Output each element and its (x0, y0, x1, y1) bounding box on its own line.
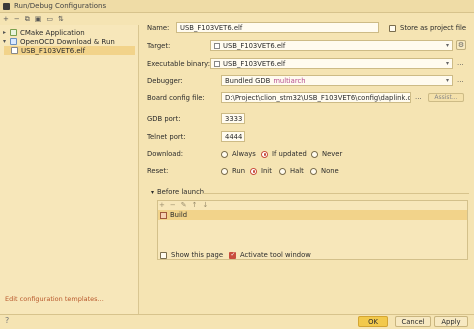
debugger-select[interactable]: Bundled GDB multiarch ▾ (221, 75, 453, 86)
executable-label: Executable binary: (147, 60, 210, 68)
tree-item-openocd-download-run[interactable]: ▾ OpenOCD Download & Run (3, 37, 115, 46)
config-icon (214, 42, 220, 49)
board-config-field[interactable]: D:\Project\clion_stm32\USB_F103VET6\conf… (221, 92, 411, 103)
folder-icon[interactable]: ▭ (46, 15, 53, 23)
gdb-port-label: GDB port: (147, 115, 181, 123)
chevron-down-icon[interactable]: ▾ (3, 38, 10, 45)
browse-board-config-button[interactable]: ... (415, 93, 422, 101)
gear-icon[interactable]: ⚙ (456, 40, 466, 50)
download-radio-if-updated[interactable]: If updated (261, 150, 307, 158)
radio-circle[interactable] (261, 150, 268, 158)
name-field[interactable]: USB_F103VET6.elf (176, 22, 379, 33)
cmake-icon (10, 29, 17, 36)
edit-templates-link[interactable]: Edit configuration templates... (5, 295, 104, 303)
config-icon (214, 60, 220, 67)
tree-item-cmake-application[interactable]: ▸ CMake Application (3, 28, 85, 37)
config-form: Name: USB_F103VET6.elf Store as project … (141, 13, 474, 314)
assist-button[interactable]: Assist... (428, 93, 464, 102)
chevron-down-icon: ▾ (445, 60, 449, 67)
chevron-down-icon: ▾ (445, 77, 449, 84)
telnet-port-label: Telnet port: (147, 133, 186, 141)
copy-icon[interactable]: ⧉ (25, 15, 30, 23)
build-icon (160, 211, 167, 219)
store-as-project-file-checkbox[interactable]: Store as project file (389, 24, 466, 32)
name-label: Name: (147, 24, 170, 32)
checkbox-box[interactable] (229, 251, 236, 259)
reset-radio-run[interactable]: Run (221, 167, 245, 175)
before-launch-toggle[interactable]: ▾ Before launch (151, 188, 204, 196)
ok-button[interactable]: OK (358, 316, 388, 327)
target-select[interactable]: USB_F103VET6.elf ▾ (210, 40, 453, 51)
checkbox-box[interactable] (160, 251, 167, 259)
move-down-icon[interactable]: ↓ (203, 201, 209, 209)
before-launch-task-build[interactable]: Build (158, 210, 467, 220)
activate-tool-window-checkbox[interactable]: Activate tool window (229, 251, 311, 259)
chevron-down-icon: ▾ (445, 42, 449, 49)
download-radio-never[interactable]: Never (311, 150, 342, 158)
section-divider (203, 193, 469, 194)
download-label: Download: (147, 150, 184, 158)
reset-label: Reset: (147, 167, 169, 175)
reset-radio-init[interactable]: Init (250, 167, 272, 175)
telnet-port-field[interactable]: 4444 (221, 131, 245, 142)
config-toolbar: + − ⧉ ▣ ▭ ⇅ (0, 13, 139, 25)
gdb-port-field[interactable]: 3333 (221, 113, 245, 124)
window-title: Run/Debug Configurations (14, 2, 107, 10)
move-up-icon[interactable]: ↑ (192, 201, 198, 209)
radio-circle[interactable] (310, 167, 317, 175)
radio-circle[interactable] (221, 167, 228, 175)
radio-circle[interactable] (221, 150, 228, 158)
radio-circle[interactable] (279, 167, 286, 175)
radio-circle[interactable] (250, 167, 257, 175)
chevron-down-icon[interactable]: ▾ (151, 189, 154, 196)
reset-radio-none[interactable]: None (310, 167, 339, 175)
cancel-button[interactable]: Cancel (395, 316, 431, 327)
sort-icon[interactable]: ⇅ (58, 15, 64, 23)
download-radio-always[interactable]: Always (221, 150, 256, 158)
show-this-page-checkbox[interactable]: Show this page (160, 251, 223, 259)
chevron-right-icon[interactable]: ▸ (3, 29, 10, 36)
save-icon[interactable]: ▣ (35, 15, 42, 23)
checkbox-box[interactable] (389, 24, 396, 32)
remove-icon[interactable]: − (14, 15, 20, 23)
reset-radio-halt[interactable]: Halt (279, 167, 304, 175)
browse-executable-button[interactable]: ... (457, 59, 464, 67)
app-icon (3, 2, 10, 10)
before-launch-toolbar: + − ✎ ↑ ↓ (159, 201, 208, 209)
remove-icon[interactable]: − (170, 201, 176, 209)
config-icon (11, 47, 18, 54)
radio-circle[interactable] (311, 150, 318, 158)
add-icon[interactable]: + (159, 201, 165, 209)
openocd-icon (10, 38, 17, 45)
tree-item-usb-f103vet6-elf[interactable]: USB_F103VET6.elf (4, 46, 135, 55)
edit-icon[interactable]: ✎ (181, 201, 187, 209)
config-tree-panel: ▸ CMake Application ▾ OpenOCD Download &… (0, 25, 139, 314)
board-config-label: Board config file: (147, 94, 205, 102)
target-label: Target: (147, 42, 171, 50)
apply-button[interactable]: Apply (434, 316, 468, 327)
add-icon[interactable]: + (3, 15, 9, 23)
browse-debugger-button[interactable]: ... (457, 76, 464, 84)
debugger-label: Debugger: (147, 77, 183, 85)
executable-select[interactable]: USB_F103VET6.elf ▾ (210, 58, 453, 69)
help-icon[interactable]: ? (5, 316, 9, 325)
title-bar: Run/Debug Configurations (0, 0, 474, 13)
